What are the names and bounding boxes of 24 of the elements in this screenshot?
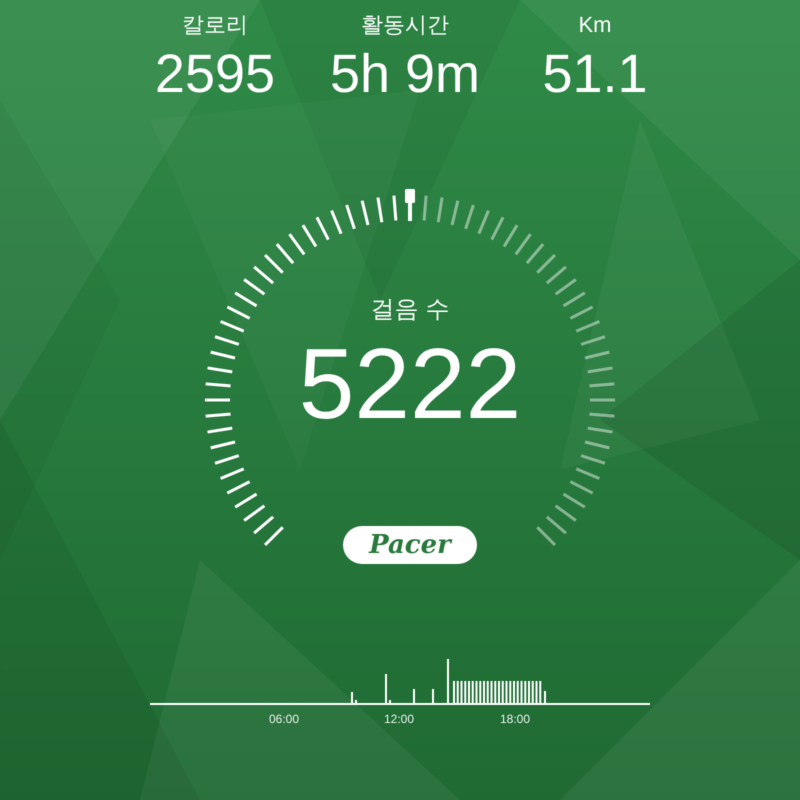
pacer-logo: Pacer xyxy=(343,526,477,564)
stat-label: 칼로리 xyxy=(182,11,248,39)
activity-bar xyxy=(464,681,466,704)
activity-bar xyxy=(479,681,482,704)
activity-bar xyxy=(456,681,459,704)
step-count: 5222 xyxy=(298,329,522,439)
stat-label: 활동시간 xyxy=(361,11,449,39)
stat-value: 2595 xyxy=(154,43,276,106)
gauge-label: 걸음 수 xyxy=(370,295,450,325)
stat-value: 5h 9m xyxy=(330,43,480,106)
activity-bar xyxy=(539,681,542,704)
activity-bar xyxy=(516,681,519,704)
time-label: 06:00 xyxy=(268,712,300,726)
activity-bar xyxy=(502,681,504,704)
time-label: 12:00 xyxy=(384,712,414,726)
time-label: 18:00 xyxy=(500,712,530,726)
stat-label: Km xyxy=(578,11,612,39)
activity-bar xyxy=(486,681,489,704)
stat-value: 51.1 xyxy=(542,43,648,106)
activity-bar xyxy=(472,681,474,704)
activity-bar xyxy=(509,681,512,704)
activity-bar xyxy=(494,681,496,704)
activity-bar xyxy=(532,681,534,704)
activity-bar xyxy=(524,681,526,704)
